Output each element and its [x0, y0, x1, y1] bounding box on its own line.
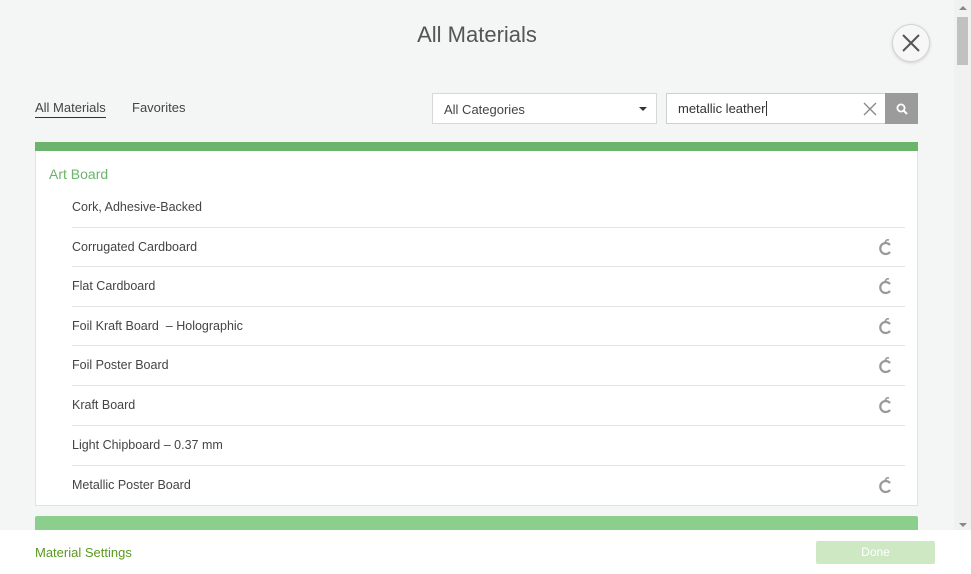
caret-down-icon — [639, 107, 647, 111]
search-icon — [896, 103, 908, 115]
material-label: Cork, Adhesive-Backed — [72, 200, 202, 214]
cricut-logo-icon — [877, 476, 893, 499]
scroll-down-icon[interactable] — [959, 523, 967, 527]
material-settings-link[interactable]: Material Settings — [35, 545, 132, 560]
scrollbar[interactable] — [954, 0, 971, 530]
scroll-up-icon[interactable] — [959, 6, 967, 10]
cricut-logo-icon — [877, 238, 893, 261]
material-row[interactable]: Corrugated Cardboard — [72, 227, 905, 267]
material-label: Kraft Board — [72, 398, 136, 412]
material-label: Corrugated Cardboard — [72, 240, 198, 254]
category-panel-art-board: Art Board Cork, Adhesive-Backed Corrugat… — [35, 142, 918, 506]
close-button[interactable] — [892, 24, 930, 62]
material-label: Metallic Poster Board — [72, 478, 191, 492]
cricut-logo-icon — [877, 277, 893, 300]
material-label: Foil Poster Board — [72, 358, 169, 372]
material-label: Light Chipboard – 0.37 mm — [72, 438, 223, 452]
material-row[interactable]: Metallic Poster Board — [72, 465, 905, 505]
cricut-logo-icon — [877, 317, 893, 340]
search-input[interactable]: metallic leather — [666, 93, 886, 124]
category-select[interactable]: All Categories — [432, 93, 657, 124]
search-button[interactable] — [885, 93, 918, 124]
cricut-logo-icon — [877, 396, 893, 419]
page-title: All Materials — [417, 22, 537, 47]
search-input-value: metallic leather — [678, 101, 766, 116]
clear-icon — [863, 102, 877, 116]
material-row[interactable]: Foil Poster Board — [72, 345, 905, 385]
next-category-panel — [35, 516, 918, 530]
done-button[interactable]: Done — [816, 541, 935, 564]
clear-search-button[interactable] — [863, 102, 877, 119]
tab-all-materials[interactable]: All Materials — [35, 100, 106, 118]
material-row[interactable]: Foil Kraft Board – Holographic — [72, 306, 905, 346]
material-row[interactable]: Kraft Board — [72, 385, 905, 425]
close-icon — [902, 34, 920, 52]
material-row[interactable]: Flat Cardboard — [72, 266, 905, 306]
footer-bar: Material Settings Done — [0, 530, 971, 574]
material-row[interactable]: Cork, Adhesive-Backed — [72, 188, 905, 228]
category-color-bar — [35, 142, 918, 151]
material-label: Flat Cardboard — [72, 279, 156, 293]
cricut-logo-icon — [877, 356, 893, 379]
tab-favorites[interactable]: Favorites — [132, 100, 185, 115]
category-heading: Art Board — [49, 166, 109, 182]
scrollbar-thumb[interactable] — [957, 17, 968, 65]
category-select-value: All Categories — [444, 102, 525, 117]
material-label: Foil Kraft Board – Holographic — [72, 319, 243, 333]
material-row[interactable]: Light Chipboard – 0.37 mm — [72, 425, 905, 465]
